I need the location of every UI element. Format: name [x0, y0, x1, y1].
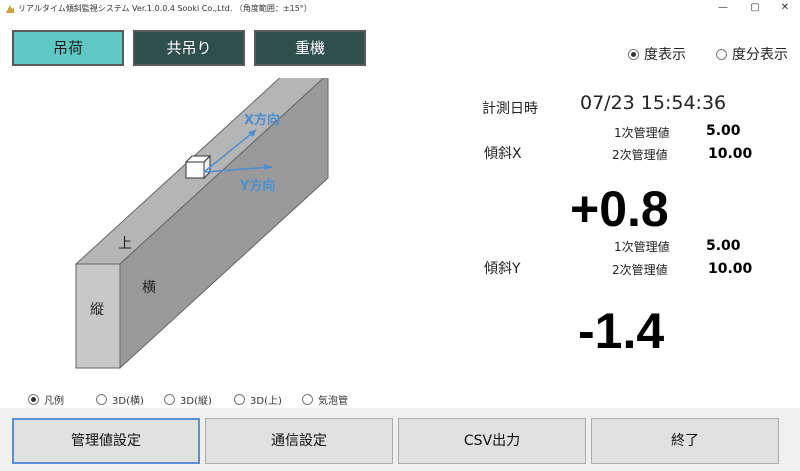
radio-checked-icon[interactable] — [28, 393, 39, 405]
radio-unchecked-icon[interactable] — [164, 393, 175, 405]
mode-button-heavy-machine[interactable]: 重機 — [254, 30, 366, 66]
radio-checked-icon[interactable] — [628, 48, 639, 60]
window-title: リアルタイム傾斜監視システム Ver.1.0.0.4 Sooki Co.,Ltd… — [18, 4, 312, 13]
radio-unchecked-icon[interactable] — [302, 393, 313, 405]
degree-display-option[interactable]: 度表示 — [628, 44, 686, 64]
threshold-settings-button[interactable]: 管理値設定 — [12, 418, 200, 464]
csv-export-button[interactable]: CSV出力 — [398, 418, 586, 464]
app-icon — [6, 5, 14, 13]
tilt-y-label: 傾斜Y — [484, 261, 521, 277]
radio-unchecked-icon[interactable] — [96, 393, 107, 405]
top-face-label: 上 — [118, 236, 132, 252]
x-limit1-label: 1次管理値 — [614, 126, 670, 140]
tilt-x-value: +0.8 — [570, 181, 669, 237]
view-option-label: 気泡管 — [318, 395, 348, 406]
degree-minute-display-option[interactable]: 度分表示 — [716, 44, 788, 64]
tilt-x-label: 傾斜X — [484, 146, 522, 162]
radio-unchecked-icon[interactable] — [234, 393, 245, 405]
x-limit2-label: 2次管理値 — [612, 148, 668, 162]
x-limit2-value: 10.00 — [708, 146, 753, 162]
x-direction-label: X方向 — [244, 112, 280, 128]
mode-button-joint-lift[interactable]: 共吊り — [133, 30, 245, 66]
close-button[interactable]: ✕ — [770, 0, 800, 18]
maximize-button[interactable]: ▢ — [740, 0, 770, 18]
y-limit2-value: 10.00 — [708, 261, 753, 277]
view-option-label: 凡例 — [44, 395, 64, 406]
y-limit1-value: 5.00 — [706, 238, 741, 254]
view-option-label: 3D(縦) — [180, 395, 212, 406]
view-option-label: 3D(横) — [112, 395, 144, 406]
view-option-bubble-level[interactable]: 気泡管 — [302, 393, 348, 405]
minimize-button[interactable]: — — [708, 0, 738, 18]
title-bar: リアルタイム傾斜監視システム Ver.1.0.0.4 Sooki Co.,Ltd… — [0, 0, 800, 18]
side-face-label: 横 — [142, 280, 156, 296]
view-option-legend[interactable]: 凡例 — [28, 393, 64, 405]
view-option-3d-side[interactable]: 3D(横) — [96, 393, 144, 405]
datetime-label: 計測日時 — [482, 101, 538, 117]
beam-svg: X方向 Y方向 上 横 縦 — [74, 72, 330, 370]
x-limit1-value: 5.00 — [706, 123, 741, 139]
view-option-label: 3D(上) — [250, 395, 282, 406]
degree-minute-display-label: 度分表示 — [732, 47, 788, 63]
view-option-3d-vertical[interactable]: 3D(縦) — [164, 393, 212, 405]
exit-button[interactable]: 終了 — [591, 418, 779, 464]
y-direction-label: Y方向 — [239, 178, 275, 194]
beam-diagram: X方向 Y方向 上 横 縦 — [28, 72, 364, 390]
comm-settings-button[interactable]: 通信設定 — [205, 418, 393, 464]
tilt-y-value: -1.4 — [578, 303, 665, 359]
y-limit1-label: 1次管理値 — [614, 240, 670, 254]
front-face-label: 縦 — [90, 302, 104, 318]
y-limit2-label: 2次管理値 — [612, 263, 668, 277]
sensor-box-icon — [184, 154, 212, 180]
view-option-3d-top[interactable]: 3D(上) — [234, 393, 282, 405]
datetime-value: 07/23 15:54:36 — [580, 92, 727, 114]
radio-unchecked-icon[interactable] — [716, 48, 727, 60]
degree-display-label: 度表示 — [644, 47, 686, 63]
mode-button-load[interactable]: 吊荷 — [12, 30, 124, 66]
